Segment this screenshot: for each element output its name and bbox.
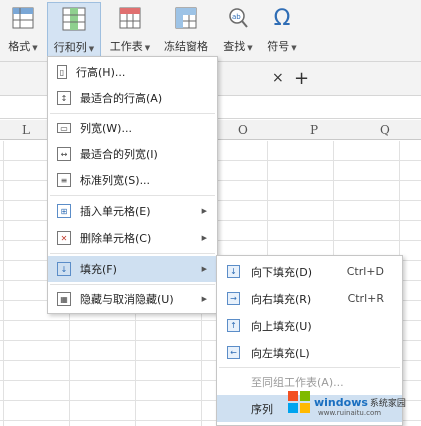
- hide-unhide-icon: ▦: [57, 292, 71, 306]
- menu-item-label: 标准列宽(S)...: [80, 174, 151, 187]
- freeze-panes-icon: [173, 4, 199, 32]
- rowcol-dropdown-menu: ▯ 行高(H)... ↕ 最适合的行高(A) ▭ 列宽(W)... ↔ 最适合的…: [47, 56, 218, 314]
- svg-text:ab: ab: [232, 13, 241, 21]
- column-header-q[interactable]: Q: [380, 123, 390, 137]
- submenu-arrow-icon: ▶: [201, 265, 207, 273]
- find-button[interactable]: ab 查找 ▼: [218, 2, 258, 58]
- autofit-column-icon: ↔: [57, 147, 71, 161]
- find-icon: ab: [225, 4, 251, 32]
- windows-logo-icon: [288, 391, 310, 413]
- column-header-o[interactable]: O: [238, 123, 248, 137]
- chevron-down-icon: ▼: [32, 44, 38, 52]
- menu-divider: [50, 195, 215, 196]
- submenu-item-label: 向上填充(U): [251, 319, 312, 333]
- find-label: 查找: [223, 40, 246, 53]
- menu-item-autofit-row-height[interactable]: ↕ 最适合的行高(A): [48, 85, 217, 111]
- menu-item-label: 插入单元格(E): [80, 205, 151, 218]
- menu-item-standard-column-width[interactable]: ≡ 标准列宽(S)...: [48, 167, 217, 193]
- submenu-item-label: 向右填充(R): [251, 292, 312, 306]
- worksheet-label: 工作表: [109, 40, 143, 53]
- watermark: windows 系统家园 www.ruinaitu.com: [288, 383, 418, 421]
- symbol-button[interactable]: Ω 符号 ▼: [262, 2, 302, 58]
- watermark-suffix: 系统家园: [369, 398, 406, 409]
- watermark-brand: windows: [314, 395, 368, 409]
- column-header-p[interactable]: P: [310, 123, 318, 137]
- shortcut-text: Ctrl+D: [346, 265, 384, 278]
- symbol-label: 符号: [267, 40, 290, 53]
- arrow-up-icon: ↑: [227, 319, 240, 332]
- rowcol-icon: [61, 5, 87, 33]
- watermark-url: www.ruinaitu.com: [318, 409, 382, 417]
- format-label: 格式: [8, 40, 31, 53]
- chevron-down-icon: ▼: [291, 44, 297, 52]
- menu-divider: [50, 284, 215, 285]
- delete-cells-icon: ✕: [57, 231, 71, 245]
- freeze-panes-label: 冻结窗格: [164, 40, 208, 53]
- chevron-down-icon: ▼: [144, 44, 151, 52]
- submenu-arrow-icon: ▶: [201, 295, 207, 303]
- menu-item-autofit-column-width[interactable]: ↔ 最适合的列宽(I): [48, 141, 217, 167]
- fill-icon: ↓: [57, 262, 71, 276]
- menu-item-insert-cells[interactable]: ⊞ 插入单元格(E) ▶: [48, 198, 217, 224]
- menu-item-label: 列宽(W)...: [80, 122, 132, 135]
- format-icon: [10, 4, 36, 32]
- menu-item-label: 删除单元格(C): [80, 232, 152, 245]
- menu-item-row-height[interactable]: ▯ 行高(H)...: [48, 59, 217, 85]
- submenu-item-fill-up[interactable]: ↑ 向上填充(U): [217, 312, 402, 339]
- submenu-arrow-icon: ▶: [201, 234, 207, 242]
- ribbon-toolbar: 格式 ▼ 行和列 ▼ 工作表 ▼ 冻结窗格 ab 查找 ▼ Ω 符号 ▼: [0, 0, 421, 62]
- column-header-l[interactable]: L: [22, 123, 30, 137]
- symbol-glyph: Ω: [273, 5, 291, 31]
- rowcol-label: 行和列: [53, 41, 87, 54]
- submenu-item-label: 序列: [251, 402, 273, 416]
- submenu-item-fill-right[interactable]: → 向右填充(R) Ctrl+R: [217, 285, 402, 312]
- shortcut-text: Ctrl+R: [347, 292, 384, 305]
- submenu-item-label: 向下填充(D): [251, 265, 313, 279]
- column-width-icon: ▭: [57, 123, 71, 133]
- menu-item-label: 隐藏与取消隐藏(U): [80, 293, 174, 306]
- menu-item-label: 最适合的列宽(I): [80, 148, 158, 161]
- menu-divider: [50, 253, 215, 254]
- standard-width-icon: ≡: [57, 173, 71, 187]
- insert-cells-icon: ⊞: [57, 204, 71, 218]
- menu-item-column-width[interactable]: ▭ 列宽(W)...: [48, 115, 217, 141]
- submenu-item-fill-left[interactable]: ← 向左填充(L): [217, 339, 402, 366]
- close-tab-icon[interactable]: ×: [272, 70, 284, 86]
- menu-item-fill[interactable]: ↓ 填充(F) ▶: [48, 256, 217, 282]
- menu-item-label: 行高(H)...: [76, 66, 126, 79]
- arrow-left-icon: ←: [227, 346, 240, 359]
- new-tab-icon[interactable]: +: [294, 68, 309, 89]
- chevron-down-icon: ▼: [247, 44, 253, 52]
- format-button[interactable]: 格式 ▼: [2, 2, 44, 58]
- rowcol-button[interactable]: 行和列 ▼: [47, 2, 101, 58]
- worksheet-icon: [117, 4, 143, 32]
- menu-divider: [50, 113, 215, 114]
- menu-item-label: 填充(F): [80, 263, 117, 276]
- chevron-down-icon: ▼: [88, 45, 95, 53]
- row-height-icon: ▯: [57, 65, 67, 79]
- freeze-panes-button[interactable]: 冻结窗格: [160, 2, 212, 58]
- arrow-down-icon: ↓: [227, 265, 240, 278]
- submenu-item-label: 向左填充(L): [251, 346, 310, 360]
- submenu-arrow-icon: ▶: [201, 207, 207, 215]
- omega-icon: Ω: [269, 4, 295, 32]
- worksheet-button[interactable]: 工作表 ▼: [105, 2, 155, 58]
- menu-item-hide-unhide[interactable]: ▦ 隐藏与取消隐藏(U) ▶: [48, 286, 217, 312]
- submenu-item-fill-down[interactable]: ↓ 向下填充(D) Ctrl+D: [217, 258, 402, 285]
- menu-item-delete-cells[interactable]: ✕ 删除单元格(C) ▶: [48, 225, 217, 251]
- menu-item-label: 最适合的行高(A): [80, 92, 163, 105]
- autofit-row-icon: ↕: [57, 91, 71, 105]
- arrow-right-icon: →: [227, 292, 240, 305]
